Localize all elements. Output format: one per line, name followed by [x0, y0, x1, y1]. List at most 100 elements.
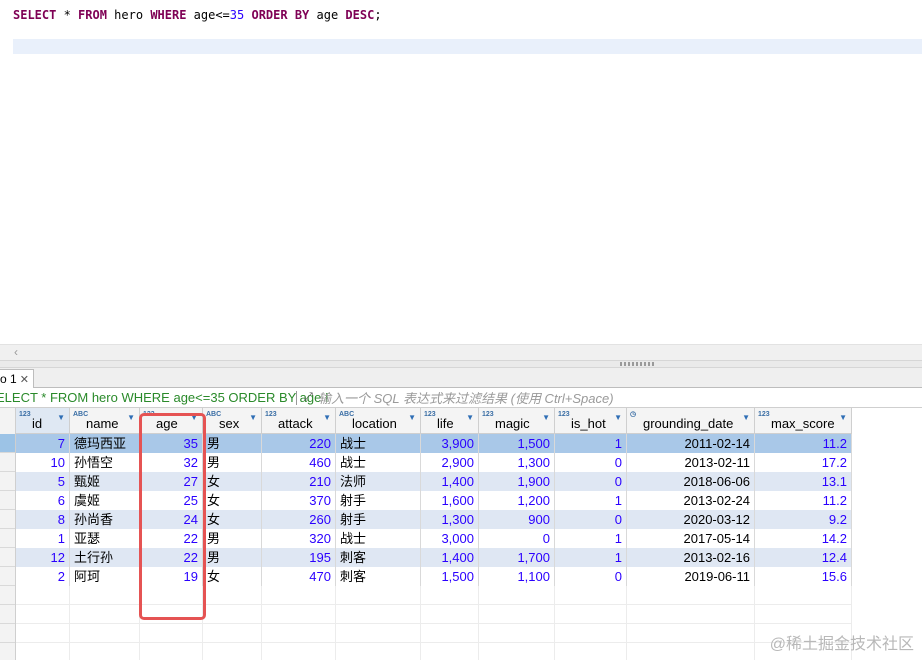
table-row[interactable]: 8 孙尚香 24 女 260 射手 1,300 900 0 2020-03-12 9.2: [16, 510, 852, 529]
cell-max-score[interactable]: 15.6: [755, 567, 852, 586]
cell-sex[interactable]: 男: [203, 434, 262, 453]
filter-query-text[interactable]: ELECT * FROM hero WHERE age<=35 ORDER BY…: [0, 390, 329, 405]
cell-is-hot[interactable]: 1: [555, 529, 627, 548]
cell-name[interactable]: 亚瑟: [70, 529, 140, 548]
cell-name[interactable]: 虞姬: [70, 491, 140, 510]
cell-max-score[interactable]: 17.2: [755, 453, 852, 472]
cell-age[interactable]: 32: [140, 453, 203, 472]
scroll-left-icon[interactable]: ‹: [14, 345, 18, 360]
cell-grounding-date[interactable]: 2013-02-16: [627, 548, 755, 567]
cell-attack[interactable]: 320: [262, 529, 336, 548]
cell-name[interactable]: 孙悟空: [70, 453, 140, 472]
cell-age[interactable]: 35: [140, 434, 203, 453]
sort-arrow-icon[interactable]: ▼: [542, 413, 550, 422]
cell-id[interactable]: 1: [16, 529, 70, 548]
cell-name[interactable]: 土行孙: [70, 548, 140, 567]
splitter-grip-icon[interactable]: [620, 362, 654, 366]
row-gutter-cell[interactable]: [0, 472, 15, 491]
cell-sex[interactable]: 女: [203, 510, 262, 529]
cell-id[interactable]: 5: [16, 472, 70, 491]
cell-age[interactable]: 27: [140, 472, 203, 491]
cell-location[interactable]: 射手: [336, 510, 421, 529]
cell-max-score[interactable]: 11.2: [755, 434, 852, 453]
sort-arrow-icon[interactable]: ▼: [127, 413, 135, 422]
cell-name[interactable]: 甄姬: [70, 472, 140, 491]
cell-age[interactable]: 22: [140, 529, 203, 548]
cell-sex[interactable]: 女: [203, 567, 262, 586]
table-row[interactable]: 6 虞姬 25 女 370 射手 1,600 1,200 1 2013-02-24 11.2: [16, 491, 852, 510]
cell-id[interactable]: 6: [16, 491, 70, 510]
column-header-max-score[interactable]: 123 max_score ▼: [755, 408, 852, 434]
cell-attack[interactable]: 470: [262, 567, 336, 586]
cell-sex[interactable]: 女: [203, 472, 262, 491]
cell-attack[interactable]: 195: [262, 548, 336, 567]
sql-editor[interactable]: SELECT * FROM hero WHERE age<=35 ORDER B…: [0, 0, 922, 344]
cell-attack[interactable]: 220: [262, 434, 336, 453]
sort-arrow-icon[interactable]: ▼: [466, 413, 474, 422]
cell-is-hot[interactable]: 0: [555, 453, 627, 472]
cell-grounding-date[interactable]: 2017-05-14: [627, 529, 755, 548]
cell-is-hot[interactable]: 0: [555, 472, 627, 491]
table-row[interactable]: 5 甄姬 27 女 210 法师 1,400 1,900 0 2018-06-06 13.1: [16, 472, 852, 491]
expand-filter-icon[interactable]: ⤢: [304, 391, 313, 404]
cell-grounding-date[interactable]: 2013-02-24: [627, 491, 755, 510]
cell-location[interactable]: 战士: [336, 453, 421, 472]
column-header-sex[interactable]: ABC sex ▼: [203, 408, 262, 434]
filter-input[interactable]: [318, 389, 918, 407]
cell-age[interactable]: 19: [140, 567, 203, 586]
sort-arrow-icon[interactable]: ▼: [190, 413, 198, 422]
cell-grounding-date[interactable]: 2018-06-06: [627, 472, 755, 491]
cell-is-hot[interactable]: 1: [555, 491, 627, 510]
column-header-magic[interactable]: 123 magic ▼: [479, 408, 555, 434]
row-gutter-cell[interactable]: [0, 491, 15, 510]
cell-id[interactable]: 2: [16, 567, 70, 586]
row-gutter-cell[interactable]: [0, 434, 15, 453]
column-header-age[interactable]: 123 age ▼: [140, 408, 203, 434]
cell-id[interactable]: 8: [16, 510, 70, 529]
column-header-is-hot[interactable]: 123 is_hot ▼: [555, 408, 627, 434]
cell-location[interactable]: 战士: [336, 529, 421, 548]
cell-is-hot[interactable]: 1: [555, 548, 627, 567]
cell-life[interactable]: 1,600: [421, 491, 479, 510]
cell-magic[interactable]: 1,300: [479, 453, 555, 472]
cell-max-score[interactable]: 13.1: [755, 472, 852, 491]
cell-attack[interactable]: 460: [262, 453, 336, 472]
cell-magic[interactable]: 1,100: [479, 567, 555, 586]
table-row[interactable]: 2 阿珂 19 女 470 刺客 1,500 1,100 0 2019-06-11 15.6: [16, 567, 852, 586]
cell-sex[interactable]: 男: [203, 453, 262, 472]
sort-arrow-icon[interactable]: ▼: [57, 413, 65, 422]
cell-life[interactable]: 1,400: [421, 472, 479, 491]
cell-age[interactable]: 22: [140, 548, 203, 567]
sql-query-line[interactable]: SELECT * FROM hero WHERE age<=35 ORDER B…: [13, 8, 382, 22]
cell-attack[interactable]: 210: [262, 472, 336, 491]
cell-life[interactable]: 3,900: [421, 434, 479, 453]
cell-id[interactable]: 12: [16, 548, 70, 567]
cell-sex[interactable]: 女: [203, 491, 262, 510]
cell-magic[interactable]: 1,900: [479, 472, 555, 491]
sort-arrow-icon[interactable]: ▼: [323, 413, 331, 422]
table-row[interactable]: 7 德玛西亚 35 男 220 战士 3,900 1,500 1 2011-02-14 11.2: [16, 434, 852, 453]
cell-life[interactable]: 1,300: [421, 510, 479, 529]
cell-attack[interactable]: 260: [262, 510, 336, 529]
cell-name[interactable]: 德玛西亚: [70, 434, 140, 453]
cell-magic[interactable]: 0: [479, 529, 555, 548]
row-gutter-cell[interactable]: [0, 510, 15, 529]
cell-life[interactable]: 1,500: [421, 567, 479, 586]
row-gutter-cell[interactable]: [0, 624, 15, 643]
editor-horizontal-scrollbar[interactable]: ‹: [0, 344, 922, 360]
panel-splitter[interactable]: [0, 360, 922, 368]
cell-id[interactable]: 10: [16, 453, 70, 472]
cell-magic[interactable]: 1,500: [479, 434, 555, 453]
column-header-name[interactable]: ABC name ▼: [70, 408, 140, 434]
row-gutter-cell[interactable]: [0, 605, 15, 624]
row-gutter-cell[interactable]: [0, 548, 15, 567]
table-row[interactable]: 10 孙悟空 32 男 460 战士 2,900 1,300 0 2013-02-11 17.2: [16, 453, 852, 472]
cell-age[interactable]: 25: [140, 491, 203, 510]
row-gutter-cell[interactable]: [0, 643, 15, 660]
cell-is-hot[interactable]: 0: [555, 567, 627, 586]
column-header-location[interactable]: ABC location ▼: [336, 408, 421, 434]
cell-id[interactable]: 7: [16, 434, 70, 453]
result-tab[interactable]: o 1 ✕: [0, 369, 34, 389]
sort-arrow-icon[interactable]: ▼: [614, 413, 622, 422]
cell-location[interactable]: 战士: [336, 434, 421, 453]
